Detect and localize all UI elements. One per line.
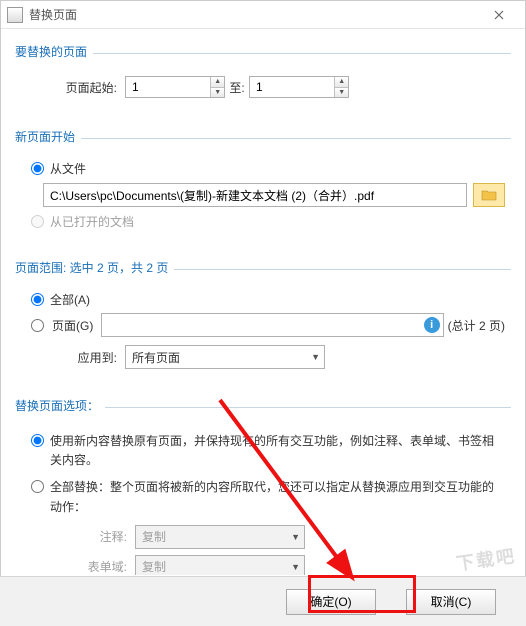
- option-keep-interactive-row[interactable]: 使用新内容替换原有页面，并保持现有的所有交互功能，例如注释、表单域、书签相关内容…: [31, 432, 505, 470]
- dialog-window: 替换页面 要替换的页面 页面起始: ▲▼ 至: ▲▼: [0, 0, 526, 626]
- spinner-down-icon[interactable]: ▼: [211, 88, 224, 98]
- to-label: 至:: [225, 79, 249, 96]
- total-pages-label: (总计 2 页): [448, 317, 505, 334]
- radio-from-open: [31, 215, 44, 228]
- page-start-input[interactable]: [126, 77, 210, 97]
- radio-from-file-label: 从文件: [50, 160, 86, 177]
- radio-keep-interactive[interactable]: [31, 434, 44, 447]
- radio-all[interactable]: [31, 293, 44, 306]
- spinner-up-icon[interactable]: ▲: [211, 77, 224, 88]
- info-icon[interactable]: i: [424, 317, 440, 333]
- radio-page-label: 页面(G): [52, 317, 93, 334]
- form-value: 复制: [142, 558, 166, 575]
- chevron-down-icon: ▼: [291, 562, 300, 572]
- notes-value: 复制: [142, 528, 166, 545]
- cancel-button[interactable]: 取消(C): [406, 589, 496, 615]
- radio-page[interactable]: [31, 319, 44, 332]
- folder-icon: [481, 189, 497, 201]
- group-new-page-start: 新页面开始 从文件 从已打开的文档: [15, 124, 511, 245]
- group-replace-options: 替换页面选项： 使用新内容替换原有页面，并保持现有的所有交互功能，例如注释、表单…: [15, 393, 511, 575]
- file-path-input[interactable]: [43, 183, 467, 207]
- applyto-value: 所有页面: [132, 349, 180, 366]
- chevron-down-icon: ▼: [311, 352, 320, 362]
- page-range-input[interactable]: [101, 313, 443, 337]
- radio-all-row[interactable]: 全部(A): [31, 291, 505, 308]
- group-label: 要替换的页面: [15, 39, 511, 66]
- option-full-replace-row[interactable]: 全部替换：整个页面将被新的内容所取代，您还可以指定从替换源应用到交互功能的动作：: [31, 478, 505, 516]
- form-label: 表单域:: [41, 558, 127, 575]
- group-label: 页面范围: 选中 2 页，共 2 页: [15, 255, 511, 282]
- close-button[interactable]: [479, 3, 519, 27]
- radio-from-open-label: 从已打开的文档: [50, 213, 134, 230]
- group-replace-pages: 要替换的页面 页面起始: ▲▼ 至: ▲▼: [15, 39, 511, 114]
- notes-label: 注释:: [41, 528, 127, 545]
- page-end-spinner[interactable]: ▲▼: [249, 76, 349, 98]
- applyto-dropdown[interactable]: 所有页面 ▼: [125, 345, 325, 369]
- titlebar: 替换页面: [1, 1, 525, 29]
- page-start-spinner[interactable]: ▲▼: [125, 76, 225, 98]
- option-keep-interactive-label: 使用新内容替换原有页面，并保持现有的所有交互功能，例如注释、表单域、书签相关内容…: [50, 432, 505, 470]
- window-title: 替换页面: [29, 6, 479, 23]
- page-start-label: 页面起始:: [31, 79, 117, 96]
- close-icon: [494, 10, 504, 20]
- group-label: 替换页面选项：: [15, 393, 511, 420]
- button-bar: 确定(O) 取消(C): [0, 576, 526, 626]
- chevron-down-icon: ▼: [291, 532, 300, 542]
- radio-full-replace[interactable]: [31, 480, 44, 493]
- notes-dropdown: 复制 ▼: [135, 525, 305, 549]
- option-full-replace-label: 全部替换：整个页面将被新的内容所取代，您还可以指定从替换源应用到交互功能的动作：: [50, 478, 505, 516]
- applyto-label: 应用到:: [31, 349, 117, 366]
- page-end-input[interactable]: [250, 77, 334, 97]
- form-dropdown: 复制 ▼: [135, 555, 305, 575]
- group-label: 新页面开始: [15, 124, 511, 151]
- spinner-down-icon[interactable]: ▼: [335, 88, 348, 98]
- radio-from-file[interactable]: [31, 162, 44, 175]
- ok-button[interactable]: 确定(O): [286, 589, 376, 615]
- app-icon: [7, 7, 23, 23]
- dialog-content: 要替换的页面 页面起始: ▲▼ 至: ▲▼ 新页面开始: [1, 29, 525, 575]
- radio-from-file-row[interactable]: 从文件: [31, 160, 505, 177]
- radio-all-label: 全部(A): [50, 291, 90, 308]
- group-page-range: 页面范围: 选中 2 页，共 2 页 全部(A) 页面(G) i (总计 2 页…: [15, 255, 511, 383]
- browse-button[interactable]: [473, 183, 505, 207]
- spinner-up-icon[interactable]: ▲: [335, 77, 348, 88]
- radio-from-open-row[interactable]: 从已打开的文档: [31, 213, 505, 230]
